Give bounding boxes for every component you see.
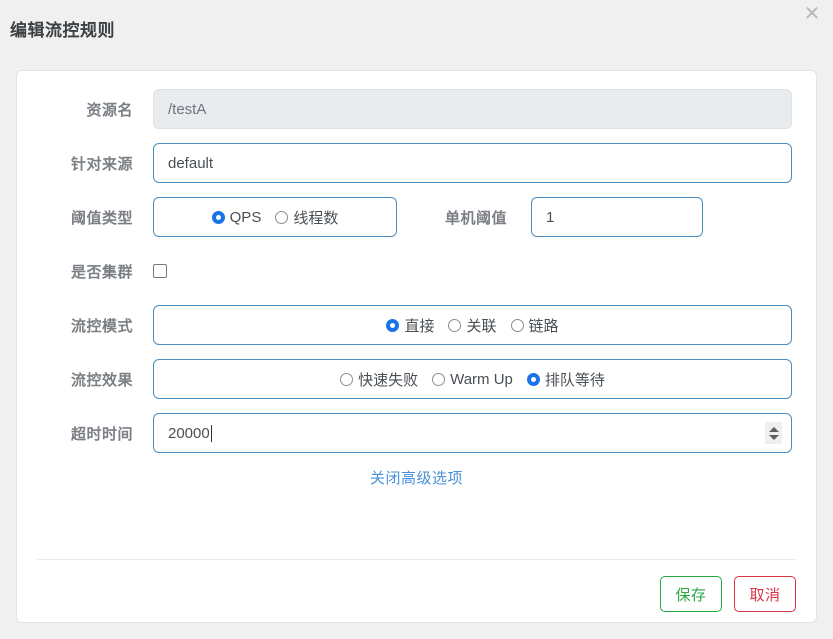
radio-mark-icon (432, 372, 446, 386)
flow-mode-radio-group: 直接 关联 链路 (153, 305, 792, 345)
resource-input: /testA (153, 89, 792, 129)
radio-chain[interactable]: 链路 (510, 315, 559, 336)
timeout-field-wrap: 20000 (153, 413, 792, 453)
text-caret (210, 424, 212, 442)
radio-queue-wait[interactable]: 排队等待 (526, 369, 605, 390)
rule-form: 资源名 /testA 针对来源 default 阈值类型 QPS 线程数 单机阈… (17, 71, 816, 496)
flow-mode-label: 流控模式 (70, 317, 133, 335)
radio-mark-icon (526, 372, 540, 386)
radio-thread-count-label: 线程数 (293, 209, 339, 227)
single-threshold-label: 单机阈值 (445, 209, 508, 227)
radio-direct[interactable]: 直接 (386, 315, 434, 336)
close-icon[interactable]: ✕ (801, 3, 823, 25)
field-row-flow-effect: 流控效果 快速失败 Warm Up 排队等待 (41, 359, 792, 399)
flow-effect-label: 流控效果 (70, 371, 133, 389)
radio-associated-label: 关联 (466, 317, 497, 335)
dialog-title: 编辑流控规则 (10, 21, 115, 40)
field-row-origin: 针对来源 default (41, 143, 792, 183)
field-row-timeout: 超时时间 20000 (41, 413, 792, 453)
timeout-value: 20000 (168, 424, 210, 442)
radio-mark-icon (386, 318, 400, 332)
radio-mark-icon (275, 210, 289, 224)
radio-mark-icon (448, 318, 462, 332)
field-row-threshold-type: 阈值类型 QPS 线程数 单机阈值 1 (41, 197, 792, 237)
radio-warm-up[interactable]: Warm Up (432, 371, 513, 388)
radio-chain-label: 链路 (528, 317, 559, 335)
toggle-advanced-options-link[interactable]: 关闭高级选项 (370, 467, 463, 488)
flow-effect-radio-group: 快速失败 Warm Up 排队等待 (153, 359, 792, 399)
cluster-checkbox[interactable] (153, 264, 167, 278)
radio-mark-icon (510, 318, 524, 332)
threshold-type-radio-group: QPS 线程数 (153, 197, 397, 237)
cluster-label: 是否集群 (70, 263, 133, 281)
radio-associated[interactable]: 关联 (448, 315, 497, 336)
radio-fast-fail-label: 快速失败 (358, 371, 419, 389)
save-button[interactable]: 保存 (660, 576, 722, 612)
dialog-footer: 保存 取消 (660, 576, 796, 612)
radio-direct-label: 直接 (404, 317, 435, 335)
cancel-button[interactable]: 取消 (734, 576, 796, 612)
rule-form-card: 资源名 /testA 针对来源 default 阈值类型 QPS 线程数 单机阈… (16, 70, 817, 623)
radio-queue-wait-label: 排队等待 (544, 371, 605, 389)
radio-thread-count[interactable]: 线程数 (275, 207, 338, 228)
radio-mark-icon (211, 210, 225, 224)
radio-mark-icon (340, 372, 354, 386)
radio-qps[interactable]: QPS (211, 208, 262, 226)
advanced-options-row: 关闭高级选项 (41, 467, 792, 488)
timeout-stepper[interactable] (765, 422, 782, 444)
chevron-up-icon[interactable] (768, 426, 779, 432)
timeout-input[interactable]: 20000 (153, 413, 792, 453)
resource-label: 资源名 (86, 101, 133, 119)
field-row-flow-mode: 流控模式 直接 关联 链路 (41, 305, 792, 345)
single-threshold-input[interactable]: 1 (531, 197, 704, 237)
timeout-label: 超时时间 (70, 425, 133, 443)
chevron-down-icon[interactable] (768, 434, 779, 440)
origin-label: 针对来源 (70, 155, 133, 173)
radio-fast-fail[interactable]: 快速失败 (340, 369, 418, 390)
field-row-cluster: 是否集群 (41, 251, 792, 291)
footer-divider (37, 559, 796, 560)
origin-input[interactable]: default (153, 143, 792, 183)
threshold-type-label: 阈值类型 (70, 209, 133, 227)
radio-qps-label: QPS (229, 208, 262, 226)
radio-warm-up-label: Warm Up (450, 370, 513, 388)
field-row-resource: 资源名 /testA (41, 89, 792, 129)
